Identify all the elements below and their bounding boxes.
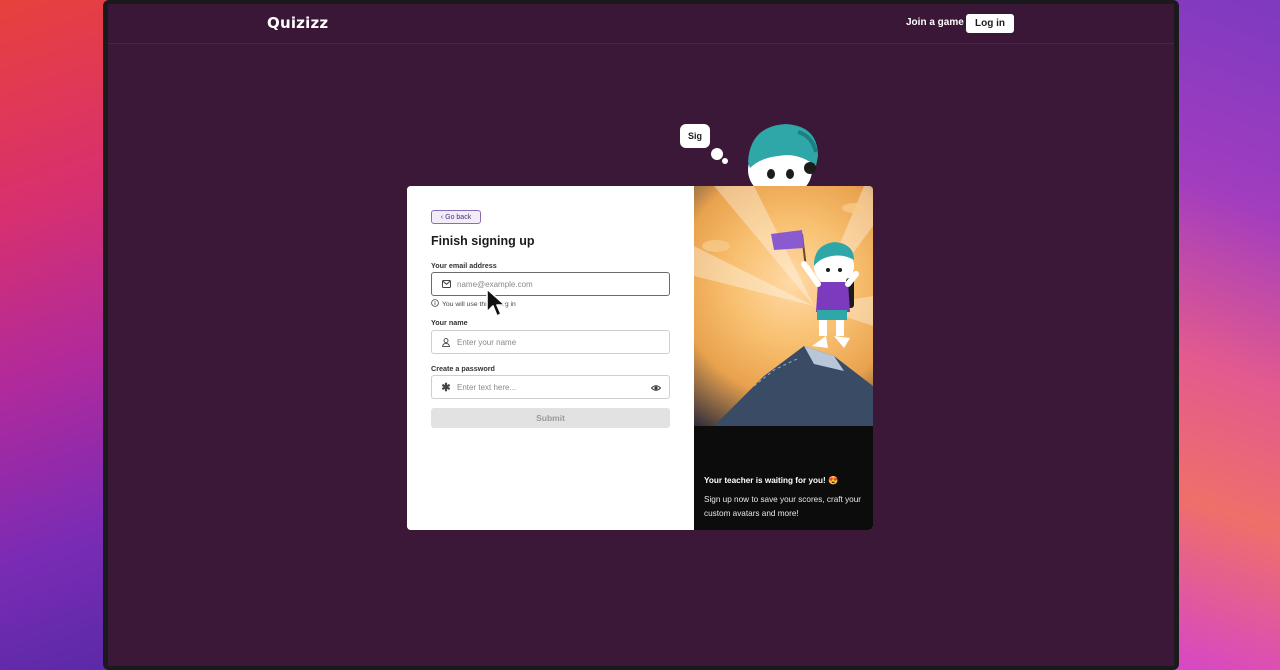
thought-dot [722, 158, 728, 164]
email-field[interactable] [431, 272, 670, 296]
password-input[interactable] [457, 382, 637, 392]
mountain-climber-illustration [694, 186, 873, 426]
name-input[interactable] [457, 337, 637, 347]
quizizz-logo[interactable]: Quizizz [267, 14, 328, 32]
go-back-label: Go back [445, 213, 472, 221]
promo-panel: Your teacher is waiting for you! 😍 Sign … [694, 186, 873, 530]
thought-bubble: Sig [680, 124, 710, 148]
thought-dot [711, 148, 723, 160]
go-back-button[interactable]: ‹ Go back [431, 210, 481, 224]
promo-title: Your teacher is waiting for you! 😍 [704, 476, 839, 485]
browser-viewport: Quizizz Join a game Log in Sig ‹ Go back… [108, 4, 1174, 666]
asterisk-icon: ✱ [441, 381, 451, 394]
name-label: Your name [431, 318, 468, 327]
password-label: Create a password [431, 364, 495, 373]
wallpaper-right [1170, 0, 1280, 670]
chevron-left-icon: ‹ [440, 213, 444, 221]
eye-icon[interactable] [651, 383, 661, 393]
signup-card: ‹ Go back Finish signing up Your email a… [407, 186, 873, 530]
email-label: Your email address [431, 261, 497, 270]
email-input[interactable] [457, 279, 637, 289]
signup-form: ‹ Go back Finish signing up Your email a… [407, 186, 694, 530]
submit-button[interactable]: Submit [431, 408, 670, 428]
login-button[interactable]: Log in [966, 14, 1014, 33]
top-navigation: Quizizz Join a game Log in [108, 4, 1174, 44]
name-field[interactable] [431, 330, 670, 354]
info-icon [431, 299, 439, 309]
form-title: Finish signing up [431, 234, 535, 248]
wallpaper-left [0, 0, 110, 670]
mouse-pointer-icon [486, 288, 506, 317]
user-icon [441, 337, 451, 347]
promo-body: Sign up now to save your scores, craft y… [704, 495, 862, 518]
password-field[interactable]: ✱ [431, 375, 670, 399]
mail-icon [441, 279, 451, 289]
join-game-link[interactable]: Join a game [906, 17, 964, 28]
